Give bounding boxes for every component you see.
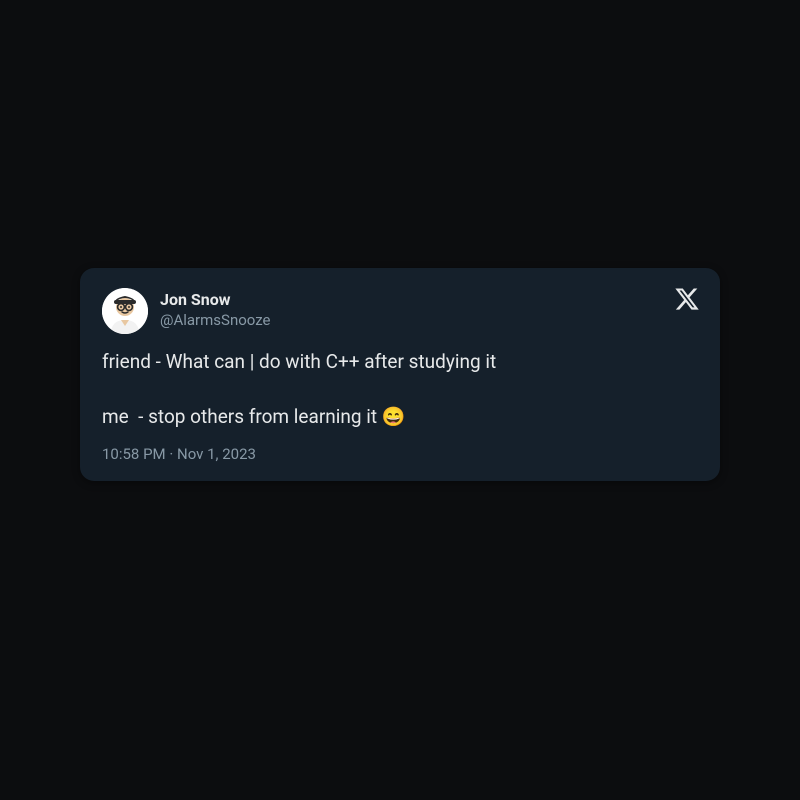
author-block[interactable]: Jon Snow @AlarmsSnooze bbox=[160, 288, 271, 330]
tweet-card[interactable]: Jon Snow @AlarmsSnooze friend - What can… bbox=[80, 268, 720, 481]
tweet-timestamp: 10:58 PM · Nov 1, 2023 bbox=[102, 445, 698, 463]
handle: @AlarmsSnooze bbox=[160, 311, 271, 330]
x-logo-icon bbox=[674, 286, 700, 312]
display-name: Jon Snow bbox=[160, 290, 271, 310]
tweet-text: friend - What can | do with C++ after st… bbox=[102, 348, 698, 431]
avatar[interactable] bbox=[102, 288, 148, 334]
tweet-header: Jon Snow @AlarmsSnooze bbox=[102, 288, 698, 334]
